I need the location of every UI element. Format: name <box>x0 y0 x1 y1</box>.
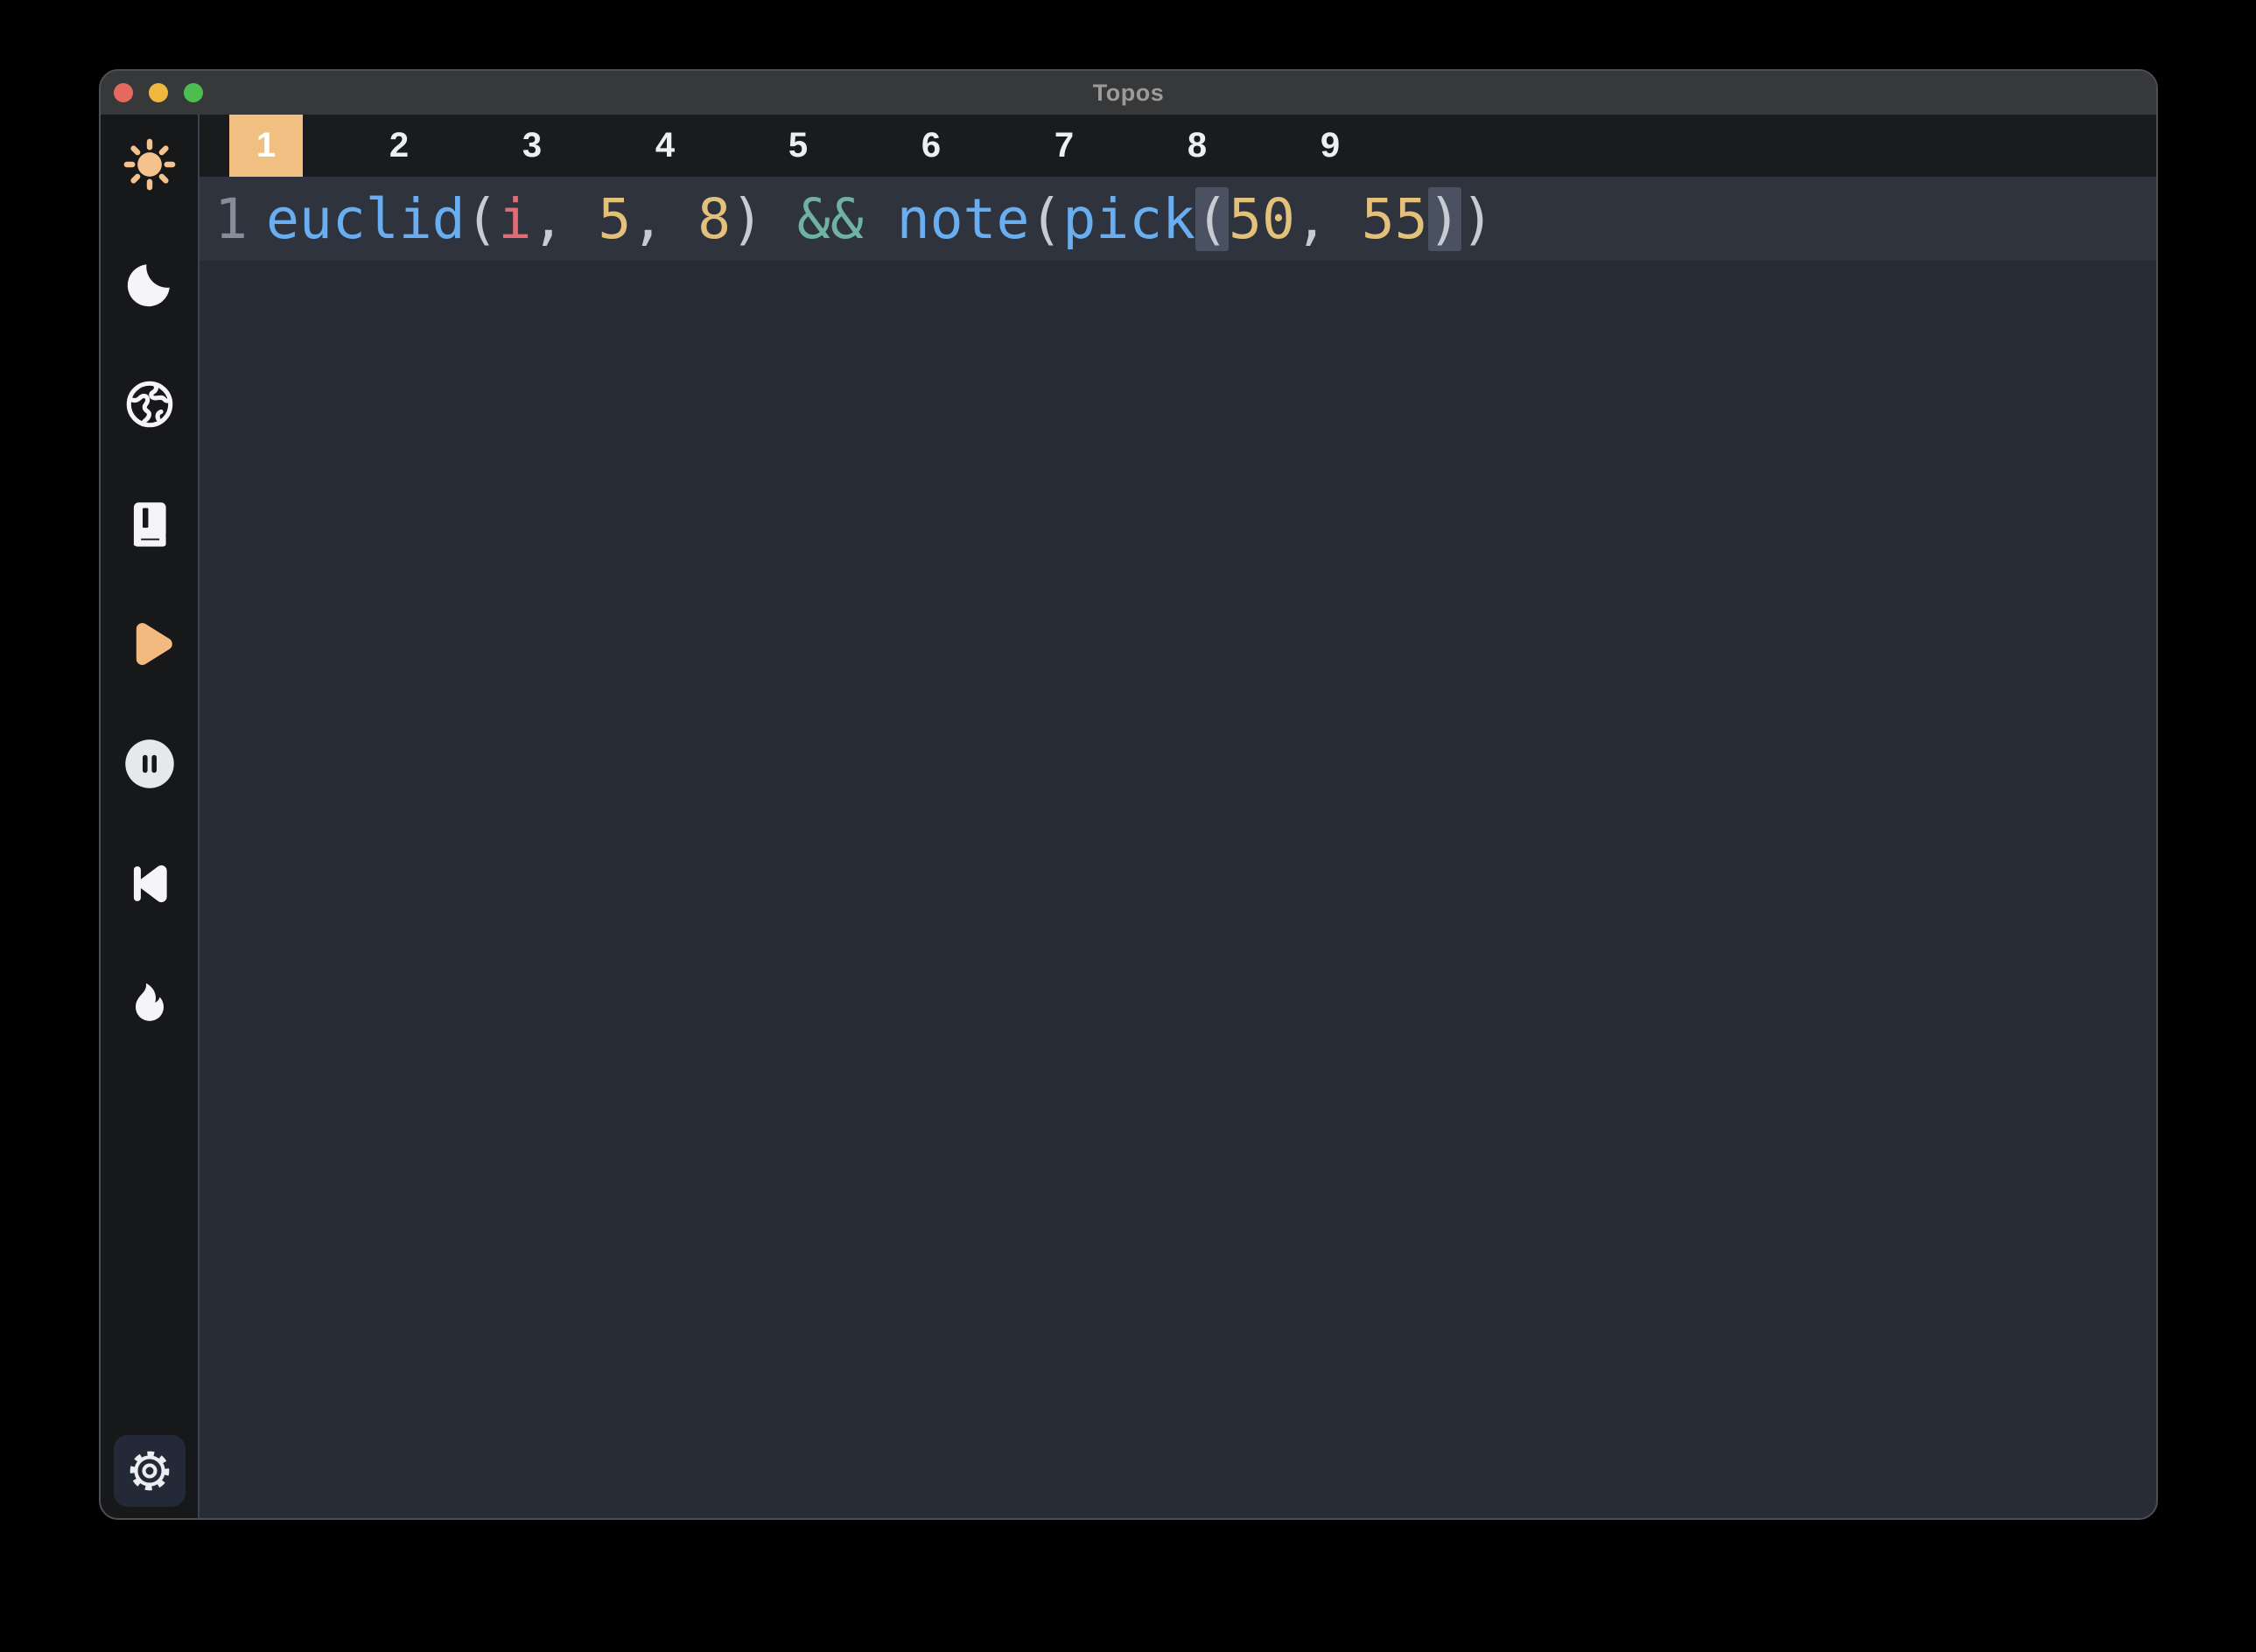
tab-label: 5 <box>761 115 835 177</box>
tab-9[interactable]: 9 <box>1264 115 1397 177</box>
traffic-lights <box>114 71 203 115</box>
tab-2[interactable]: 2 <box>333 115 466 177</box>
tab-8[interactable]: 8 <box>1131 115 1264 177</box>
code-token: ) <box>1461 187 1495 251</box>
close-button[interactable] <box>114 83 133 102</box>
gear-icon <box>127 1448 172 1494</box>
code-token: i <box>499 187 532 251</box>
app-window: Topos <box>99 69 2158 1520</box>
active-code-line[interactable]: 1euclid(i, 5, 8) && note(pick(50, 55)) <box>200 177 2156 261</box>
tab-7[interactable]: 7 <box>998 115 1131 177</box>
code-token: ( <box>1029 187 1062 251</box>
tab-label: 3 <box>495 115 569 177</box>
sidebar-item-globe[interactable] <box>122 376 178 432</box>
sidebar <box>101 115 198 1518</box>
code-token <box>864 187 897 251</box>
titlebar[interactable]: Topos <box>101 71 2156 115</box>
sidebar-item-documentation[interactable] <box>122 496 178 552</box>
main-area: 1 2 3 4 5 6 7 <box>200 115 2156 1518</box>
tab-1[interactable]: 1 <box>200 115 333 177</box>
matched-bracket: ( <box>1195 187 1229 251</box>
zoom-button[interactable] <box>184 83 203 102</box>
tab-4[interactable]: 4 <box>599 115 732 177</box>
sidebar-item-dark-theme[interactable] <box>122 256 178 312</box>
tab-3[interactable]: 3 <box>466 115 599 177</box>
sidebar-item-play[interactable] <box>122 616 178 672</box>
moon-icon <box>123 257 177 312</box>
content-row: 1 2 3 4 5 6 7 <box>101 115 2156 1518</box>
code-token: && <box>797 187 864 251</box>
code-token: 50 <box>1229 187 1295 251</box>
code-token: 5 <box>598 187 631 251</box>
tab-bar: 1 2 3 4 5 6 7 <box>200 115 2156 177</box>
pause-icon <box>122 736 178 792</box>
book-icon <box>123 497 177 551</box>
matched-bracket: ) <box>1428 187 1461 251</box>
code-token: , <box>531 187 598 251</box>
sun-icon <box>122 136 178 192</box>
code-token: ) <box>731 187 797 251</box>
code-token: , <box>1295 187 1362 251</box>
sidebar-item-settings[interactable] <box>114 1435 186 1507</box>
sidebar-item-light-theme[interactable] <box>122 136 178 192</box>
code-token: euclid <box>266 187 466 251</box>
code-token: note <box>897 187 1030 251</box>
code-token: , <box>631 187 697 251</box>
code-token: 8 <box>697 187 731 251</box>
window-title: Topos <box>1093 80 1164 107</box>
tab-label: 7 <box>1027 115 1101 177</box>
tab-label: 6 <box>894 115 968 177</box>
globe-icon <box>122 376 178 432</box>
tab-6[interactable]: 6 <box>865 115 998 177</box>
line-number: 1 <box>200 187 248 251</box>
tab-label: 9 <box>1293 115 1367 177</box>
tab-label: 4 <box>628 115 702 177</box>
code-editor[interactable]: 1euclid(i, 5, 8) && note(pick(50, 55)) <box>200 177 2156 1518</box>
sidebar-item-pause[interactable] <box>122 736 178 792</box>
play-icon <box>122 616 178 672</box>
flame-icon <box>123 976 177 1031</box>
tab-label: 1 <box>229 115 303 177</box>
sidebar-item-skip-back[interactable] <box>122 856 178 912</box>
tab-label: 2 <box>362 115 436 177</box>
code-token: ( <box>466 187 499 251</box>
skip-back-icon <box>123 857 177 911</box>
code-token: pick <box>1062 187 1195 251</box>
tab-label: 8 <box>1160 115 1234 177</box>
sidebar-item-flame[interactable] <box>122 976 178 1032</box>
tab-5[interactable]: 5 <box>732 115 865 177</box>
minimize-button[interactable] <box>149 83 168 102</box>
code-token: 55 <box>1362 187 1428 251</box>
